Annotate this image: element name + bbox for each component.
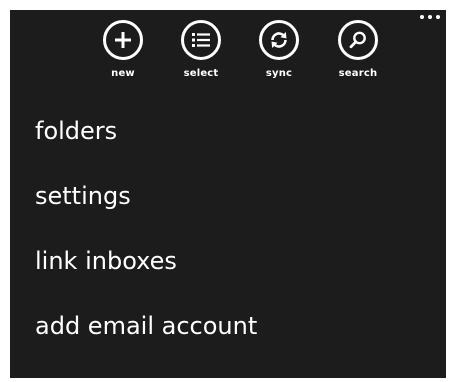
menu-item-add-email-account[interactable]: add email account (35, 309, 257, 374)
search-button[interactable]: search (328, 20, 388, 79)
ellipsis-dot (420, 15, 424, 19)
select-button[interactable]: select (171, 20, 231, 79)
sync-button[interactable]: sync (249, 20, 309, 79)
ellipsis-dot (428, 15, 432, 19)
mail-app-menu-screen: new select sync search folders settings … (10, 10, 446, 378)
search-button-label: search (338, 68, 378, 79)
new-button[interactable]: new (93, 20, 153, 79)
ellipsis-dot (436, 15, 440, 19)
menu-item-link-inboxes[interactable]: link inboxes (35, 244, 257, 309)
new-button-label: new (111, 68, 135, 79)
menu-item-folders[interactable]: folders (35, 114, 257, 179)
plus-icon (103, 20, 143, 60)
app-menu-list: folders settings link inboxes add email … (35, 114, 257, 374)
search-icon (338, 20, 378, 60)
app-bar: new select sync search (10, 20, 446, 110)
select-button-label: select (183, 68, 219, 79)
menu-item-settings[interactable]: settings (35, 179, 257, 244)
checklist-icon (181, 20, 221, 60)
sync-button-label: sync (265, 68, 293, 79)
sync-icon (259, 20, 299, 60)
